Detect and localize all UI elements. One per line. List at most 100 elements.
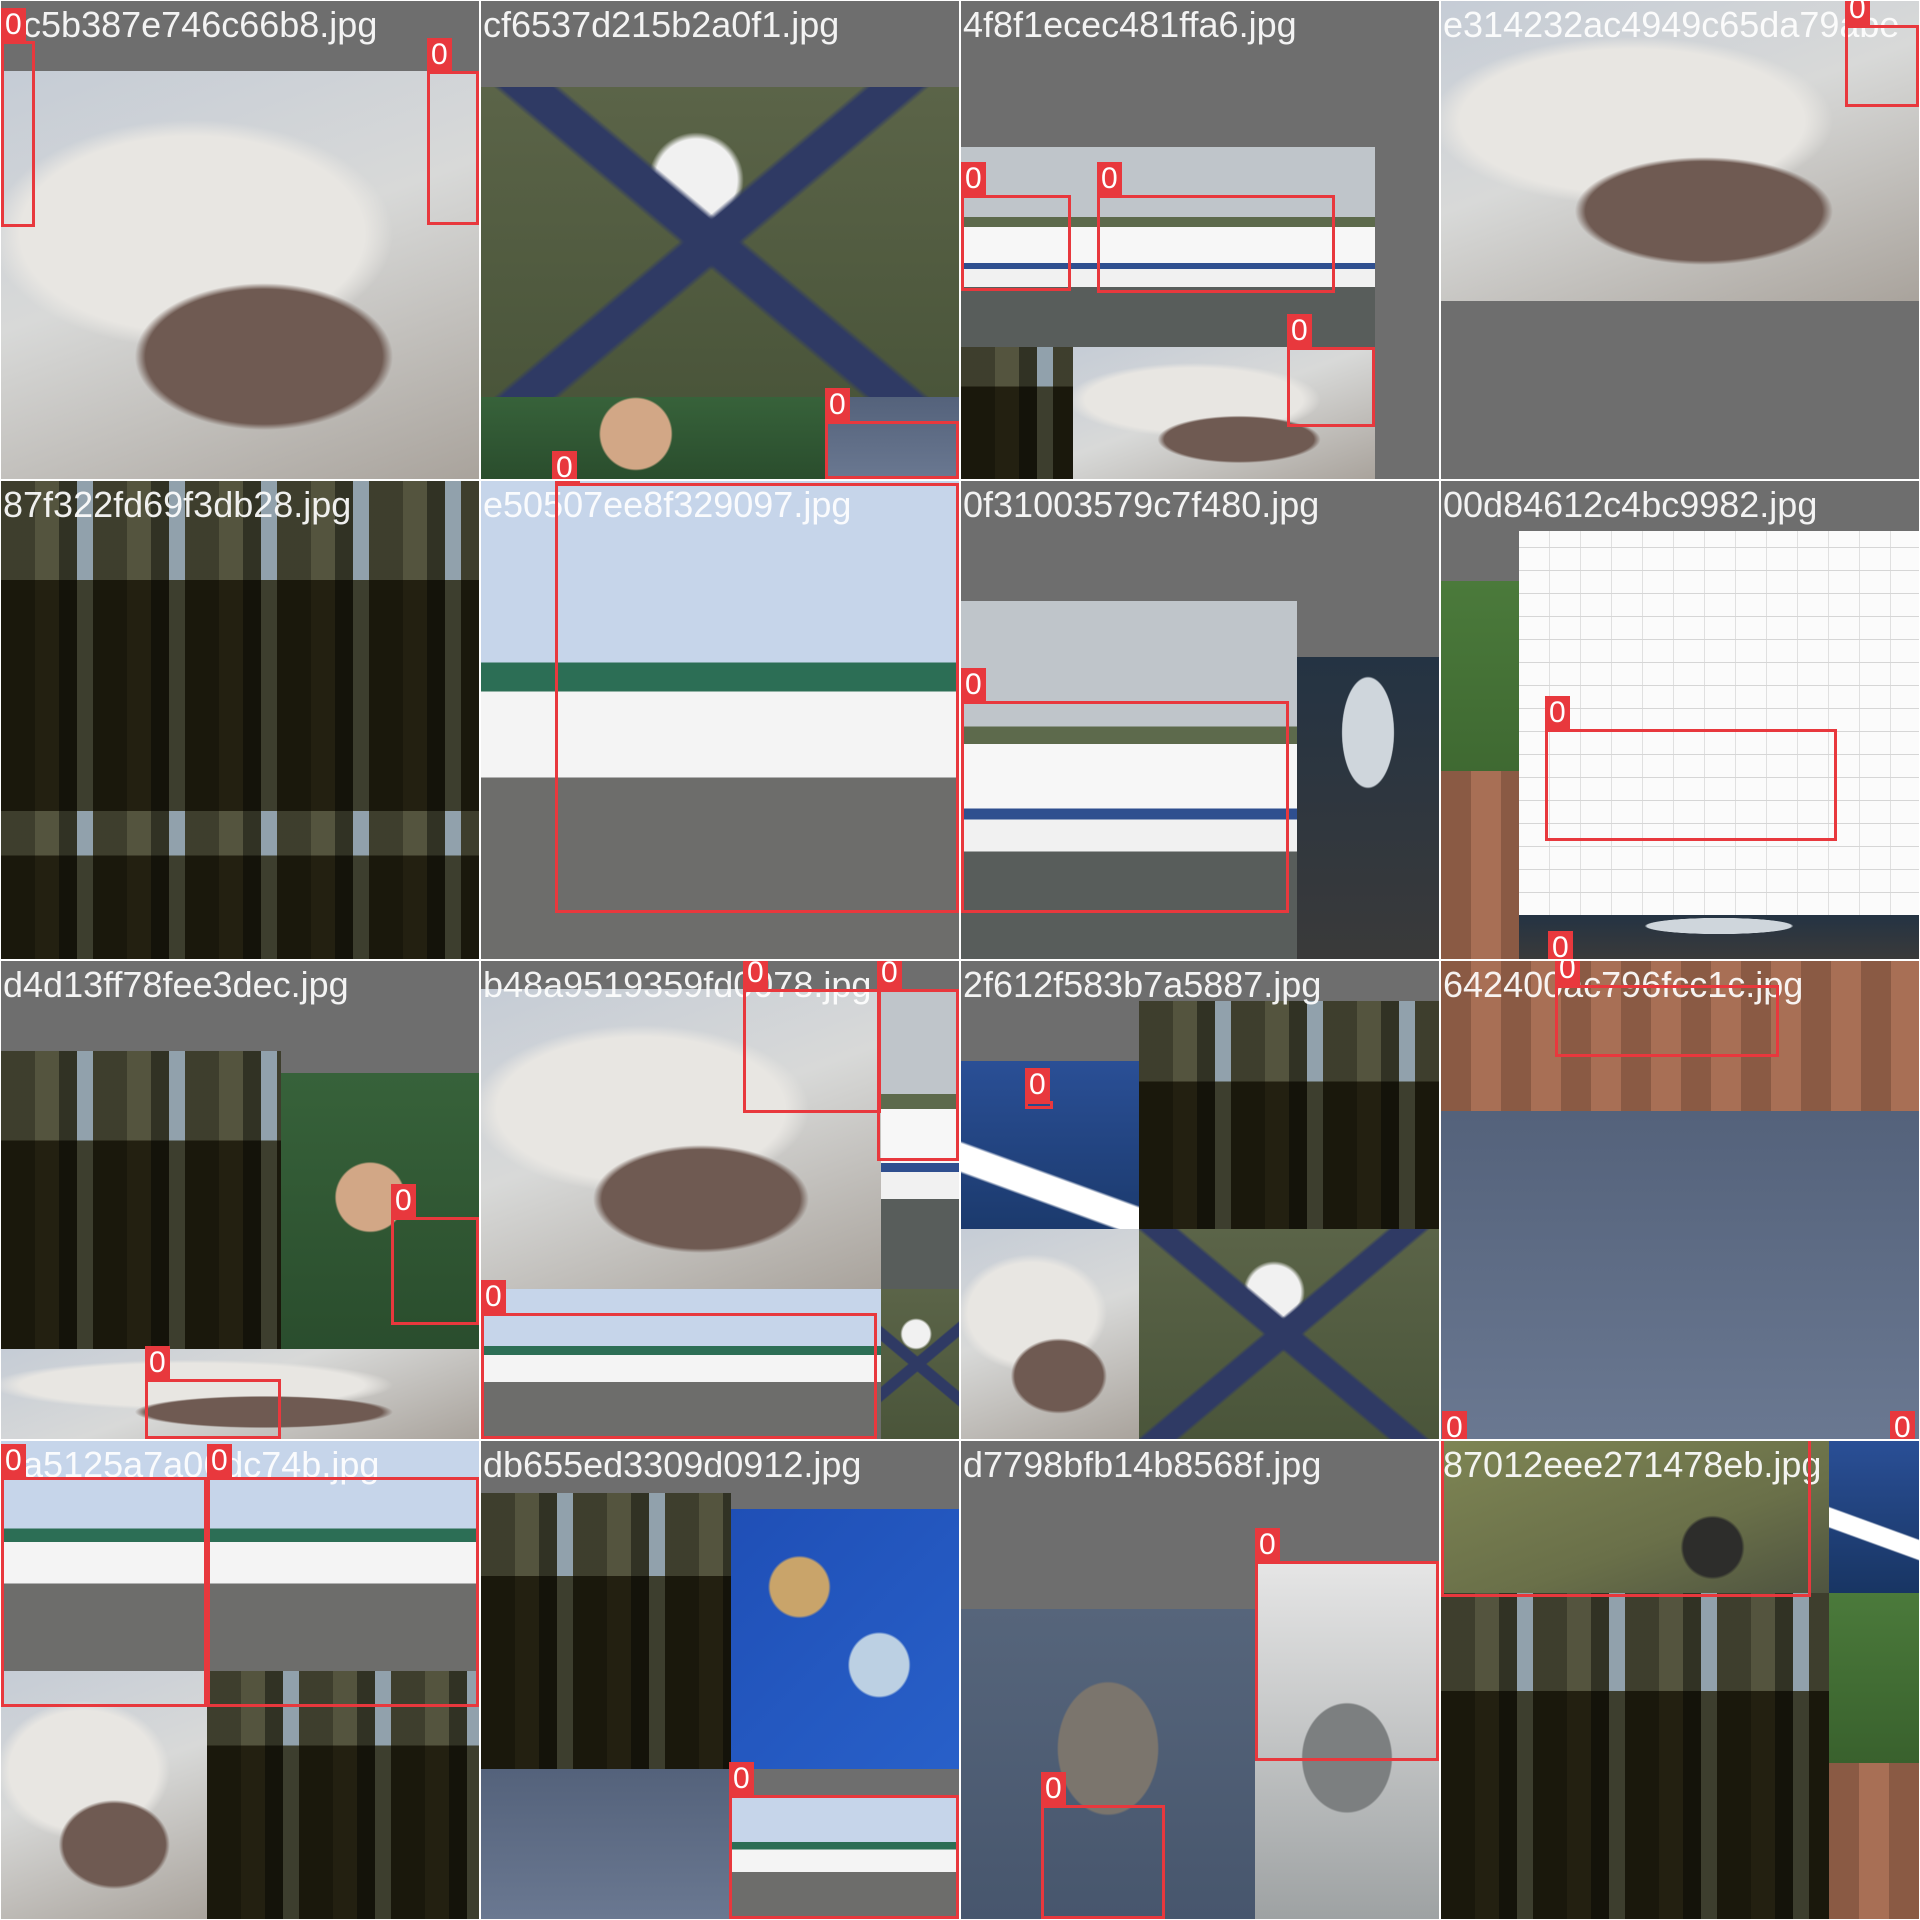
detection-box: 0 — [481, 1280, 877, 1439]
detection-box: 0 — [1097, 162, 1335, 293]
tile-filename: cf6537d215b2a0f1.jpg — [483, 4, 840, 45]
soldiers-photo — [1441, 1593, 1829, 1919]
soldiers-photo — [1, 811, 479, 959]
mosaic-tile[interactable]: 2f612f583b7a5887.jpg 0 — [961, 961, 1439, 1439]
box-class-label: 0 — [1890, 1411, 1915, 1439]
soldiers-photo — [1, 1051, 281, 1349]
detection-box — [1441, 1441, 1811, 1597]
detection-box: 0 — [877, 961, 959, 1161]
detection-box: 0 — [729, 1762, 959, 1919]
box-class-label: 0 — [1097, 162, 1122, 195]
tile-filename: 00d84612c4bc9982.jpg — [1443, 484, 1818, 525]
soldiers-photo — [207, 1671, 479, 1919]
tile-filename: e314232ac4949c65da79abe — [1443, 4, 1900, 45]
detection-box: 0 — [1, 8, 35, 227]
detection-box: 0 — [1255, 1528, 1439, 1761]
soldiers-photo — [961, 347, 1073, 479]
tile-filename: db655ed3309d0912.jpg — [483, 1444, 862, 1485]
tile-filename: 4f8f1ecec481ffa6.jpg — [963, 4, 1297, 45]
detection-box: 0 — [555, 481, 959, 913]
mosaic-tile[interactable]: dc5b387e746c66b8.jpg 0 0 — [1, 1, 479, 479]
detection-box: 0 — [1025, 1068, 1053, 1109]
box-class-label: 0 — [1555, 961, 1580, 985]
person-photo — [481, 397, 825, 479]
box-class-label: 0 — [145, 1346, 170, 1379]
detection-box: 0 — [1845, 1, 1919, 107]
tile-filename: d7798bfb14b8568f.jpg — [963, 1444, 1322, 1485]
mosaic-tile[interactable]: 4f8f1ecec481ffa6.jpg 0 0 0 — [961, 1, 1439, 479]
box-class-label: 0 — [1442, 1411, 1467, 1439]
tile-filename: 2f612f583b7a5887.jpg — [963, 964, 1322, 1005]
box-class-label: 0 — [552, 451, 577, 479]
jet-photo — [1829, 1441, 1919, 1593]
box-class-label: 0 — [1287, 314, 1312, 347]
poster-photo — [1297, 657, 1439, 959]
blueprint-photo — [1519, 531, 1919, 915]
mosaic-tile[interactable]: d4d13ff78fee3dec.jpg 0 0 — [1, 961, 479, 1439]
box-class-label: 0 — [961, 162, 986, 195]
detection-box: 0 — [1041, 1772, 1165, 1919]
box-class-label: 0 — [1548, 931, 1573, 959]
mosaic-tile[interactable]: 642400ac796fcc1c.jpg 0 0 0 — [1441, 961, 1919, 1439]
detection-box: 0 — [145, 1346, 281, 1439]
mosaic-tile[interactable]: 00d84612c4bc9982.jpg 0 0 — [1441, 481, 1919, 959]
tile-filename: 87f322fd69f3db28.jpg — [3, 484, 352, 525]
box-class-label: 0 — [961, 668, 986, 701]
box-class-label: 0 — [481, 1280, 506, 1313]
mosaic-tile[interactable]: cf6537d215b2a0f1.jpg 0 0 — [481, 1, 959, 479]
box-class-label: 0 — [1545, 696, 1570, 729]
box-class-label: 0 — [555, 481, 580, 483]
poster-photo — [1519, 915, 1919, 959]
sky-photo — [481, 1769, 731, 1919]
deck-photo — [1829, 1763, 1919, 1919]
mosaic-tile[interactable]: 87012eee271478eb.jpg — [1441, 1441, 1919, 1919]
models-photo — [731, 1509, 959, 1769]
detection-box: 0 — [961, 668, 1289, 913]
box-class-label: 0 — [825, 388, 850, 421]
detection-box: 0 — [1287, 314, 1375, 427]
deck-photo — [1441, 771, 1519, 959]
tile-filename: d4d13ff78fee3dec.jpg — [3, 964, 349, 1005]
detection-box: 0 — [1, 1444, 207, 1707]
mosaic-tile[interactable]: 0f31003579c7f480.jpg 0 — [961, 481, 1439, 959]
box-class-label: 0 — [1255, 1528, 1280, 1561]
detection-box: 0 — [743, 961, 881, 1113]
detection-box: 0 — [427, 38, 479, 225]
mosaic-tile[interactable]: db655ed3309d0912.jpg 0 — [481, 1441, 959, 1919]
tile-filename: dc5b387e746c66b8.jpg — [3, 4, 378, 45]
box-class-label: 0 — [729, 1762, 754, 1795]
mosaic-tile[interactable]: e50507ee8f329097.jpg 0 — [481, 481, 959, 959]
box-class-label: 0 — [743, 961, 768, 989]
rocket-photo — [481, 87, 959, 397]
box-class-label: 0 — [1, 1444, 26, 1477]
detection-box: 0 — [961, 162, 1071, 291]
mosaic-tile[interactable]: 87f322fd69f3db28.jpg — [1, 481, 479, 959]
mosaic-tile[interactable]: 1a5125a7a06dc74b.jpg 0 0 — [1, 1441, 479, 1919]
mosaic-grid: dc5b387e746c66b8.jpg 0 0 cf6537d215b2a0f… — [0, 0, 1920, 1920]
box-class-label: 0 — [427, 38, 452, 71]
soldiers-photo — [481, 1493, 731, 1769]
rocket-photo — [1139, 1229, 1439, 1439]
detection-box: 0 — [391, 1184, 479, 1325]
mosaic-tile[interactable]: e314232ac4949c65da79abe 0 — [1441, 1, 1919, 479]
tile-filename: 0f31003579c7f480.jpg — [963, 484, 1320, 525]
box-class-label: 0 — [1025, 1068, 1050, 1101]
rocket-photo — [881, 1289, 959, 1439]
detection-box: 0 — [207, 1444, 479, 1707]
aerial-photo — [961, 1229, 1139, 1439]
detection-box: 0 — [825, 388, 959, 479]
mosaic-tile[interactable]: b48a9519359fd0078.jpg 0 0 0 — [481, 961, 959, 1439]
grass-photo — [1829, 1593, 1919, 1763]
soldiers-photo — [1, 481, 479, 811]
detection-box: 0 — [1555, 961, 1779, 1057]
box-class-label: 0 — [1041, 1772, 1066, 1805]
box-class-label: 0 — [391, 1184, 416, 1217]
box-class-label: 0 — [1845, 1, 1870, 25]
aerial-photo — [1, 1671, 207, 1919]
sky-photo — [1441, 1111, 1919, 1439]
box-class-label: 0 — [1, 8, 26, 41]
mosaic-tile[interactable]: d7798bfb14b8568f.jpg 0 0 — [961, 1441, 1439, 1919]
box-class-label: 0 — [877, 961, 902, 989]
aerial-photo — [1, 71, 479, 479]
detection-box: 0 — [1545, 696, 1837, 841]
